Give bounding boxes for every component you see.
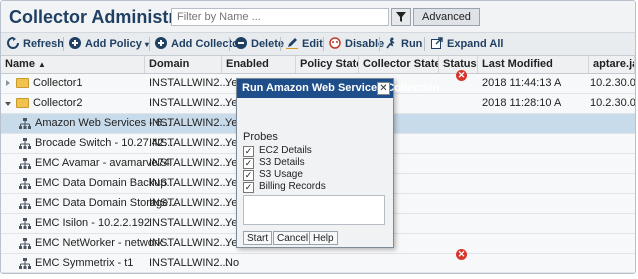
network-node-icon [19,238,31,249]
run-button[interactable]: Run [385,36,422,52]
cancel-button[interactable]: Cancel [273,231,313,245]
expand-icon [431,37,443,49]
filter-funnel-button[interactable] [391,8,411,26]
column-aptare-jar[interactable]: aptare.jar [589,56,635,73]
probe-checkbox-ec2[interactable]: ✓ EC2 Details [243,145,312,157]
network-node-icon [19,158,31,169]
row-name: EMC Isilon - 10.2.2.192 [35,217,150,229]
probe-label: S3 Usage [259,169,303,180]
column-name[interactable]: Name ▲ [1,56,145,73]
plus-icon [69,37,81,49]
advanced-button[interactable]: Advanced [413,8,480,26]
folder-icon [16,78,29,88]
row-domain: INSTALLWIN2... [149,117,229,129]
add-collector-label: Add Collector [171,38,244,50]
row-domain: INSTALLWIN2... [149,257,229,269]
column-policy-state[interactable]: Policy State [296,56,359,73]
refresh-label: Refresh [23,38,64,50]
run-collection-dialog: Run Amazon Web Services Collection ✕ Pro… [236,78,439,248]
pencil-icon [286,38,298,49]
row-aptare-jar: 10.2.30.01 (040520 [590,97,636,109]
dialog-title: Run Amazon Web Services Collection [237,79,439,98]
probe-checkbox-billing[interactable]: ✓ Billing Records [243,181,326,193]
row-last-modified: 2018 11:28:10 A [482,97,562,109]
row-name: Collector1 [33,77,83,89]
sort-ascending-icon: ▲ [38,60,46,69]
refresh-icon [7,37,19,49]
table-header: Name ▲ Domain Enabled Policy State Colle… [1,56,635,74]
row-name: EMC Symmetrix - t1 [35,257,134,269]
checkbox-checked-icon: ✓ [243,170,254,181]
network-node-icon [19,118,31,129]
run-icon [386,37,395,49]
checkbox-checked-icon: ✓ [243,182,254,193]
probe-label: Billing Records [259,181,326,192]
funnel-icon [396,12,406,22]
disable-button[interactable]: Disable [329,36,384,52]
refresh-button[interactable]: Refresh [7,36,64,52]
minus-icon [235,37,247,49]
column-name-label: Name [5,58,35,70]
row-last-modified: 2018 11:44:13 A [482,77,562,89]
row-domain: INSTALLWIN2... [149,217,229,229]
error-status-icon: ✕ [456,249,467,260]
probe-checkbox-s3-usage[interactable]: ✓ S3 Usage [243,169,303,181]
checkbox-checked-icon: ✓ [243,158,254,169]
expand-arrow-icon[interactable] [6,80,10,86]
row-domain: INSTALLWIN2... [149,97,229,109]
start-button[interactable]: Start [243,231,273,245]
column-collector-state[interactable]: Collector State [359,56,439,73]
network-node-icon [19,178,31,189]
disable-icon [329,37,341,49]
row-name: Collector2 [33,97,83,109]
close-icon[interactable]: ✕ [377,82,390,95]
probe-checkbox-s3-details[interactable]: ✓ S3 Details [243,157,305,169]
probes-label: Probes [243,131,278,143]
expand-all-label: Expand All [447,38,504,50]
toolbar: Refresh Add Policy ▾ Add Collector Delete… [1,33,635,56]
run-label: Run [401,38,423,50]
collector-admin-window: Collector Administration Advanced Refres… [0,0,636,274]
network-node-icon [19,258,31,269]
output-textarea[interactable] [243,195,385,225]
row-domain: INSTALLWIN2... [149,77,229,89]
edit-label: Edit [302,38,323,50]
row-domain: INSTALLWIN2... [149,237,229,249]
network-node-icon [19,138,31,149]
column-enabled[interactable]: Enabled [222,56,296,73]
edit-button[interactable]: Edit [286,36,323,52]
row-enabled: No [225,257,240,269]
folder-open-icon [16,98,29,108]
collapse-arrow-icon[interactable] [5,102,11,106]
row-aptare-jar: 10.2.30.01 (040520 [590,77,636,89]
error-status-icon: ✕ [456,70,467,81]
delete-button[interactable]: Delete [235,36,284,52]
network-node-icon [19,218,31,229]
row-domain: INSTALLWIN2... [149,197,229,209]
row-domain: INSTALLWIN2... [149,157,229,169]
column-last-modified[interactable]: Last Modified [478,56,589,73]
probe-label: S3 Details [259,157,305,168]
row-domain: INSTALLWIN2... [149,177,229,189]
column-domain[interactable]: Domain [145,56,222,73]
filter-input[interactable] [171,8,389,26]
network-node-icon [19,198,31,209]
title-bar: Collector Administration Advanced [1,1,635,33]
row-domain: INSTALLWIN2... [149,137,229,149]
probe-label: EC2 Details [259,145,312,156]
table-row[interactable]: EMC Symmetrix - t1 INSTALLWIN2... No [1,254,635,273]
expand-all-button[interactable]: Expand All [431,36,503,52]
checkbox-checked-icon: ✓ [243,146,254,157]
plus-icon [155,37,167,49]
add-policy-button[interactable]: Add Policy ▾ [69,36,149,52]
add-policy-label: Add Policy [85,38,142,50]
help-button[interactable]: Help [309,231,338,245]
